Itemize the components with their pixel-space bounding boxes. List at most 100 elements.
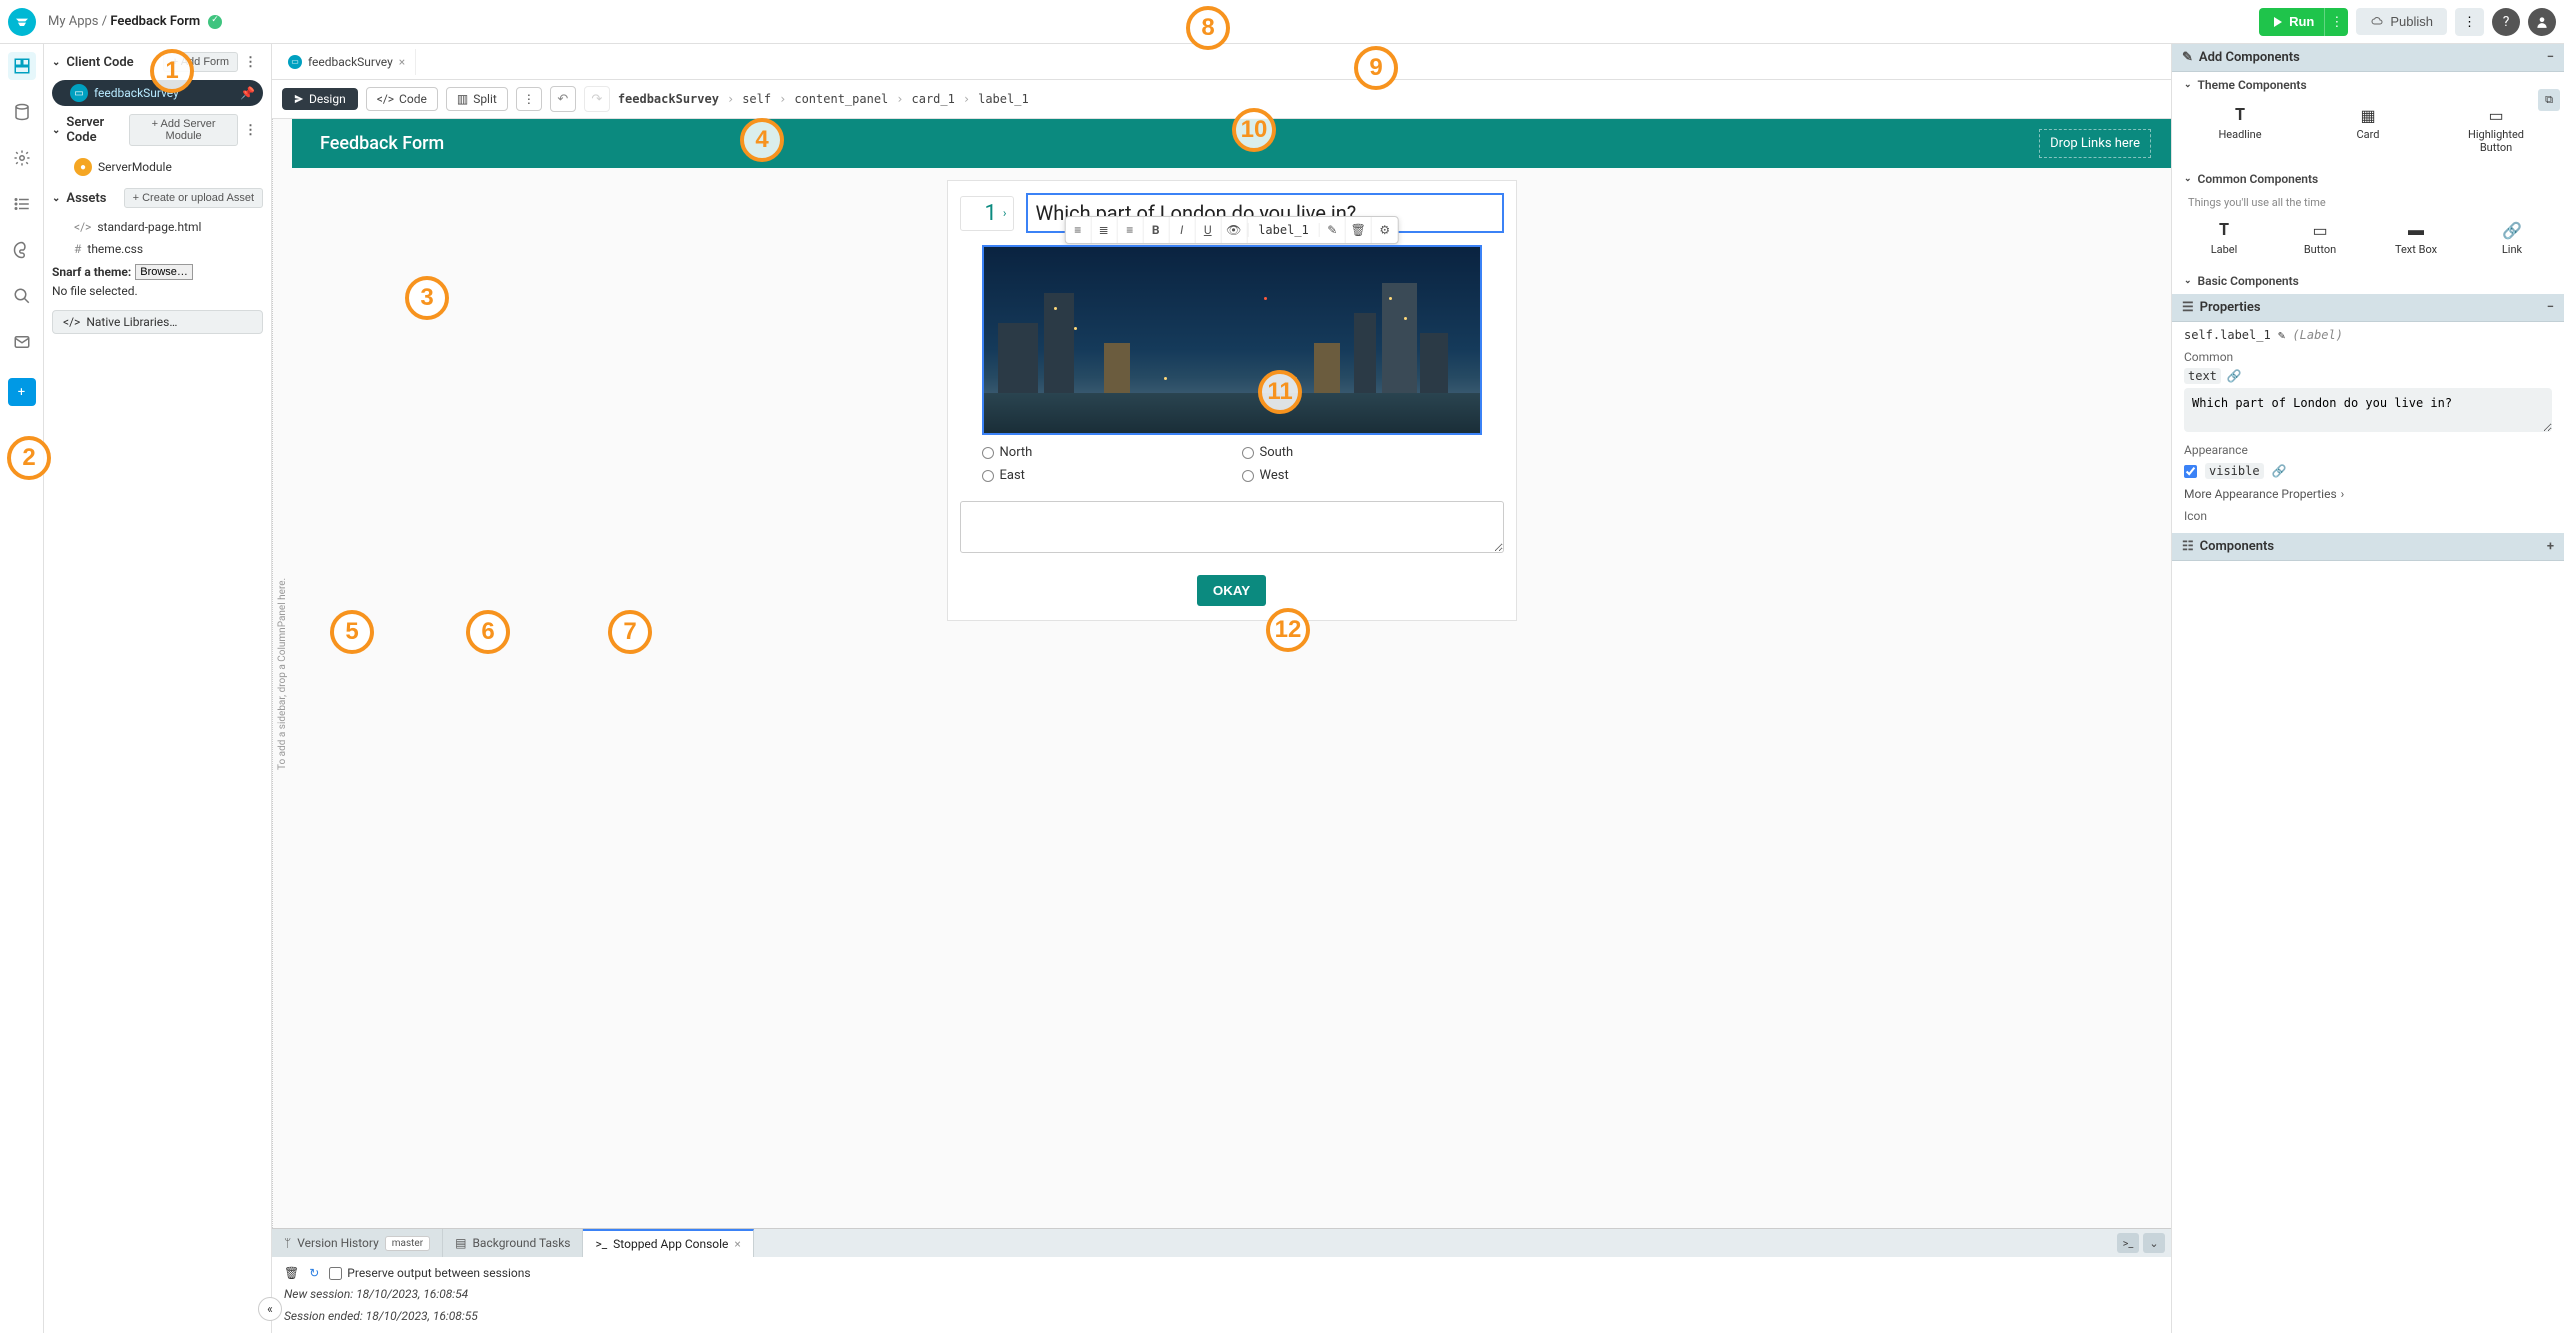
more-icon[interactable]: ⋮ [238, 123, 263, 138]
console-line: New session: 18/10/2023, 16:08:54 [284, 1283, 2159, 1305]
close-icon[interactable]: × [734, 1237, 740, 1251]
chevron-down-icon[interactable]: ⌄ [52, 193, 60, 204]
collapse-sidebar-button[interactable]: « [258, 1297, 282, 1321]
console-collapse-button[interactable]: ⌄ [2143, 1233, 2165, 1253]
radio-south[interactable]: South [1242, 445, 1482, 460]
align-right-icon[interactable]: ≡ [1117, 217, 1143, 243]
redo-button[interactable]: ↷ [584, 86, 610, 112]
preserve-checkbox[interactable]: Preserve output between sessions [329, 1266, 530, 1280]
asset-item[interactable]: </> standard-page.html [44, 216, 271, 238]
pin-icon[interactable]: 📌 [240, 86, 255, 100]
editor-more-button[interactable]: ⋮ [516, 87, 542, 111]
form-tree-item[interactable]: ▭ feedbackSurvey 📌 [52, 80, 263, 106]
bold-icon[interactable]: B [1143, 217, 1169, 243]
prop-text-input[interactable] [2184, 388, 2552, 432]
tab-background-tasks[interactable]: ▤ Background Tasks [443, 1229, 583, 1257]
delete-icon[interactable]: 🗑 [1346, 217, 1372, 243]
question-number[interactable]: 1 › [960, 196, 1014, 231]
component-highlighted-button[interactable]: ▭Highlighted Button [2460, 104, 2532, 154]
add-component-icon[interactable]: + [2547, 539, 2554, 554]
align-center-icon[interactable]: ≣ [1091, 217, 1117, 243]
tree-icon: ☷ [2182, 539, 2194, 554]
visible-checkbox[interactable] [2184, 465, 2197, 478]
edit-name-icon[interactable]: ✎ [2278, 328, 2285, 342]
app-name[interactable]: Feedback Form [110, 14, 200, 29]
align-left-icon[interactable]: ≡ [1065, 217, 1091, 243]
account-button[interactable] [2528, 8, 2556, 36]
split-mode-button[interactable]: ▥Split [446, 87, 508, 111]
radio-east[interactable]: East [982, 468, 1222, 483]
run-more-button[interactable]: ⋮ [2324, 8, 2348, 36]
rail-database-icon[interactable] [8, 98, 36, 126]
underline-icon[interactable]: U [1195, 217, 1221, 243]
card-1[interactable]: 1 › Which part of London do you live in? [947, 180, 1517, 621]
chevron-down-icon[interactable]: ⌄ [52, 57, 60, 68]
settings-icon[interactable]: ⚙ [1372, 217, 1398, 243]
rail-add-button[interactable]: + [8, 378, 36, 406]
common-components-heading[interactable]: ⌄Common Components [2172, 166, 2564, 192]
server-module-item[interactable]: ● ServerModule [44, 154, 271, 180]
bc-item[interactable]: card_1 [912, 92, 955, 106]
code-mode-button[interactable]: </>Code [366, 87, 438, 111]
editor-tab[interactable]: ▭ feedbackSurvey × [278, 49, 416, 75]
rail-list-icon[interactable] [8, 190, 36, 218]
radio-north[interactable]: North [982, 445, 1222, 460]
image-1[interactable] [982, 245, 1482, 435]
more-appearance-link[interactable]: More Appearance Properties› [2184, 487, 2552, 501]
run-button[interactable]: Run [2259, 8, 2328, 36]
theme-components-heading[interactable]: ⌄Theme Components [2172, 72, 2564, 98]
my-apps-link[interactable]: My Apps [48, 14, 99, 29]
bc-item[interactable]: feedbackSurvey [618, 92, 719, 106]
component-headline[interactable]: 𝐓Headline [2204, 104, 2276, 154]
bc-item[interactable]: content_panel [794, 92, 888, 106]
italic-icon[interactable]: I [1169, 217, 1195, 243]
properties-header[interactable]: ☰ Properties − [2172, 294, 2564, 322]
console-command-button[interactable]: >_ [2117, 1233, 2139, 1253]
object-tree-toggle[interactable]: ⧉ [2538, 89, 2560, 111]
component-textbox[interactable]: ▬Text Box [2380, 219, 2452, 256]
basic-components-heading[interactable]: ⌄Basic Components [2172, 268, 2564, 294]
rail-search-icon[interactable] [8, 282, 36, 310]
link-binding-icon[interactable]: 🔗 [2272, 464, 2287, 478]
component-card[interactable]: ▦Card [2332, 104, 2404, 154]
add-server-module-button[interactable]: + Add Server Module [129, 114, 238, 146]
more-icon[interactable]: ⋮ [238, 55, 263, 70]
trash-icon[interactable]: 🗑 [284, 1266, 299, 1280]
native-libraries-button[interactable]: </>Native Libraries… [52, 310, 263, 334]
anvil-logo[interactable] [8, 8, 36, 36]
components-tree-header[interactable]: ☷ Components + [2172, 533, 2564, 561]
text-area[interactable] [960, 501, 1504, 553]
bc-item[interactable]: self [742, 92, 771, 106]
collapse-icon[interactable]: − [2547, 50, 2554, 65]
create-asset-button[interactable]: + Create or upload Asset [124, 188, 263, 208]
add-form-button[interactable]: + Add Form [163, 52, 238, 72]
chevron-down-icon[interactable]: ⌄ [52, 125, 60, 136]
rail-settings-icon[interactable] [8, 144, 36, 172]
add-components-header[interactable]: ✎ Add Components − [2172, 44, 2564, 72]
okay-button[interactable]: OKAY [1197, 575, 1266, 606]
rail-app-icon[interactable] [8, 52, 36, 80]
design-mode-button[interactable]: Design [282, 88, 358, 110]
tab-app-console[interactable]: >_ Stopped App Console × [583, 1229, 753, 1257]
collapse-icon[interactable]: − [2547, 300, 2554, 315]
browse-button[interactable]: Browse… [135, 264, 193, 280]
component-label[interactable]: 𝐓Label [2188, 219, 2260, 256]
visibility-icon[interactable]: 👁 [1221, 217, 1247, 243]
tab-version-history[interactable]: ᛘ Version History master [272, 1229, 443, 1257]
link-binding-icon[interactable]: 🔗 [2227, 369, 2242, 383]
bc-item[interactable]: label_1 [978, 92, 1029, 106]
drop-links-slot[interactable]: Drop Links here [2039, 129, 2151, 158]
rail-theme-icon[interactable] [8, 236, 36, 264]
component-link[interactable]: 🔗Link [2476, 219, 2548, 256]
edit-icon[interactable]: ✎ [1320, 217, 1346, 243]
rail-mail-icon[interactable] [8, 328, 36, 356]
undo-button[interactable]: ↶ [550, 86, 576, 112]
component-button[interactable]: ▭Button [2284, 219, 2356, 256]
restart-icon[interactable]: ↻ [309, 1266, 319, 1280]
help-button[interactable]: ? [2492, 8, 2520, 36]
asset-item[interactable]: # theme.css [44, 238, 271, 260]
radio-west[interactable]: West [1242, 468, 1482, 483]
publish-more-button[interactable]: ⋮ [2455, 8, 2484, 36]
publish-button[interactable]: Publish [2356, 8, 2447, 35]
close-icon[interactable]: × [399, 55, 405, 69]
